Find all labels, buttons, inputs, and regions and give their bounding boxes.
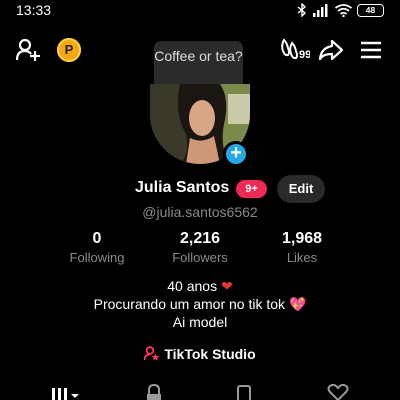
profile-username: @julia.santos6562	[142, 204, 258, 220]
sparkling-heart-icon: 💖	[288, 296, 307, 312]
edit-profile-button[interactable]: Edit	[277, 175, 325, 203]
content-tabs	[0, 384, 400, 400]
battery-indicator: 48	[357, 3, 384, 17]
stat-value: 1,968	[281, 230, 323, 247]
tiktok-studio-label: TikTok Studio	[164, 346, 256, 362]
tiktok-studio-link[interactable]: TikTok Studio	[0, 346, 400, 362]
stat-likes[interactable]: 1,968 Likes	[247, 229, 357, 267]
bio-line-1-text: 40 anos	[167, 278, 218, 294]
studio-icon	[143, 346, 160, 361]
menu-icon[interactable]	[360, 40, 382, 60]
bio-line-2-text: Procurando um amor no tik tok	[93, 296, 286, 312]
stat-value: 2,216	[179, 230, 221, 247]
stat-label: Likes	[286, 250, 318, 265]
bio-line-1: 40 anos ❤	[0, 277, 400, 295]
coin-icon[interactable]: P	[57, 38, 81, 62]
bio-line-3: Ai model	[172, 314, 228, 330]
stat-followers[interactable]: 2,216 Followers	[145, 229, 255, 267]
name-row: Julia Santos 9+	[0, 177, 400, 201]
svg-text:99: 99	[299, 49, 310, 61]
add-story-button[interactable]: +	[223, 141, 249, 167]
red-heart-icon: ❤	[220, 278, 233, 294]
stat-label: Following	[69, 250, 125, 265]
signal-icon	[313, 3, 328, 17]
stat-value: 0	[92, 230, 102, 247]
profile-stats: 0 Following 2,216 Followers 1,968 Likes	[0, 229, 400, 269]
status-bar: 13:33 48	[0, 0, 400, 22]
profile-bio: 40 anos ❤ Procurando um amor no tik tok …	[0, 277, 400, 331]
heart-icon[interactable]	[327, 384, 349, 400]
bluetooth-icon	[297, 3, 307, 17]
notification-badge[interactable]: 9+	[236, 180, 267, 198]
lock-icon[interactable]	[144, 384, 164, 400]
grid-icon[interactable]	[51, 386, 83, 400]
bubble-tooltip[interactable]: Coffee or tea?	[154, 41, 243, 89]
repost-icon[interactable]	[236, 384, 252, 400]
wifi-icon	[335, 3, 352, 17]
stat-following[interactable]: 0 Following	[42, 229, 152, 267]
bio-line-2: Procurando um amor no tik tok 💖	[0, 295, 400, 313]
profile-name: Julia Santos	[135, 179, 230, 196]
share-icon[interactable]	[318, 39, 344, 61]
status-icons: 48	[297, 3, 384, 17]
add-friend-icon[interactable]	[16, 38, 42, 62]
footprint-icon[interactable]: 99	[280, 38, 310, 62]
status-time: 13:33	[16, 2, 52, 18]
stat-label: Followers	[172, 250, 228, 265]
